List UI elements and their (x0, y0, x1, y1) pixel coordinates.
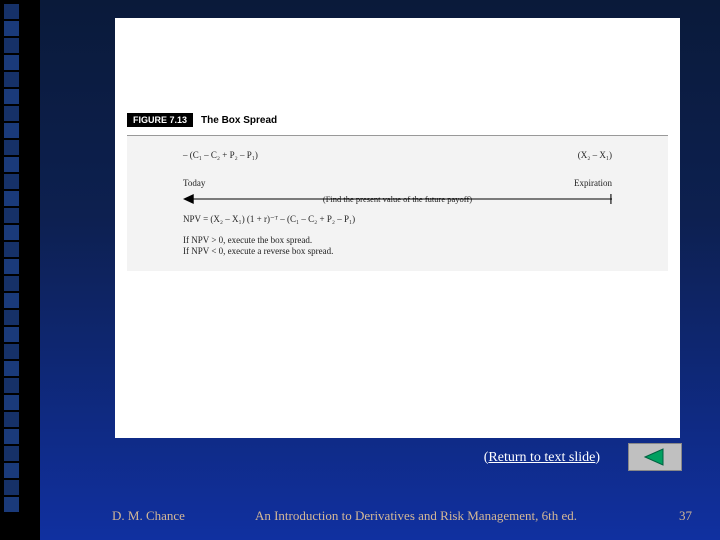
back-button[interactable] (628, 443, 682, 471)
figure-diagram: – (C₁ – C₂ + P₂ – P₁) (X₂ – X₁) Today Ex… (127, 135, 668, 271)
footer-page-number: 37 (679, 508, 692, 524)
npv-negative-rule: If NPV < 0, execute a reverse box spread… (183, 246, 612, 256)
return-link[interactable]: (Return to text slide) (484, 450, 600, 466)
npv-positive-rule: If NPV > 0, execute the box spread. (183, 235, 612, 245)
timeline-arrow (183, 192, 612, 206)
return-link-paren-close: ) (595, 450, 600, 465)
figure-card: FIGURE 7.13 The Box Spread – (C₁ – C₂ + … (115, 18, 680, 438)
payoff-expr: (X₂ – X₁) (578, 150, 612, 160)
today-label: Today (183, 178, 205, 188)
figure-title: The Box Spread (201, 115, 277, 126)
footer-book-title: An Introduction to Derivatives and Risk … (255, 508, 577, 524)
initial-outlay-expr: – (C₁ – C₂ + P₂ – P₁) (183, 150, 258, 160)
slide-body: FIGURE 7.13 The Box Spread – (C₁ – C₂ + … (40, 0, 720, 540)
footer-author: D. M. Chance (112, 508, 185, 524)
left-decor-strip (0, 0, 34, 540)
return-link-text[interactable]: Return to text slide (488, 450, 595, 465)
slide-footer: D. M. Chance An Introduction to Derivati… (40, 508, 720, 524)
triangle-left-icon (641, 448, 669, 466)
expiration-label: Expiration (574, 178, 612, 188)
figure-badge: FIGURE 7.13 (127, 113, 193, 127)
npv-formula: NPV = (X₂ – X₁) (1 + r)⁻ᵀ – (C₁ – C₂ + P… (183, 214, 612, 225)
